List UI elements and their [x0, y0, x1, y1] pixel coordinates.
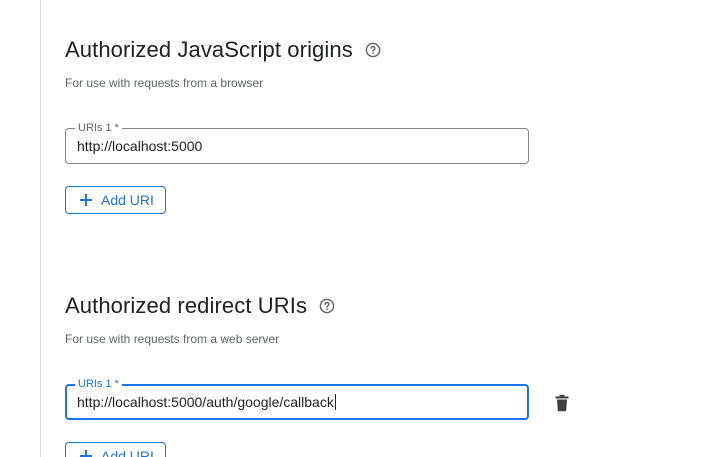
redirect-uris-section: Authorized redirect URIs For use with re… [65, 292, 569, 457]
add-redirect-uri-label: Add URI [101, 448, 154, 457]
js-origins-title: Authorized JavaScript origins [65, 37, 353, 62]
redirect-uri-field[interactable]: URIs 1 * http://localhost:5000/auth/goog… [65, 378, 529, 420]
redirect-uris-heading: Authorized redirect URIs [65, 292, 335, 320]
plus-icon [80, 194, 92, 206]
text-caret [334, 394, 336, 411]
add-js-origin-uri-button[interactable]: Add URI [65, 186, 166, 214]
content-divider [40, 0, 41, 457]
add-js-origin-uri-label: Add URI [101, 192, 154, 208]
js-origin-uri-field[interactable]: URIs 1 * http://localhost:5000 [65, 122, 529, 164]
help-circle-icon[interactable] [319, 298, 335, 314]
trash-icon[interactable] [554, 394, 570, 412]
js-origin-uri-value[interactable]: http://localhost:5000 [77, 129, 202, 163]
js-origins-section: Authorized JavaScript origins For use wi… [65, 36, 529, 214]
redirect-uri-field-wrap: URIs 1 * http://localhost:5000/auth/goog… [65, 378, 529, 420]
redirect-uri-value-wrap[interactable]: http://localhost:5000/auth/google/callba… [77, 386, 336, 418]
redirect-uri-value: http://localhost:5000/auth/google/callba… [77, 394, 334, 410]
redirect-uris-title: Authorized redirect URIs [65, 293, 308, 318]
plus-icon [80, 450, 92, 457]
js-origins-subtitle: For use with requests from a browser [65, 76, 264, 90]
js-origins-heading: Authorized JavaScript origins [65, 36, 381, 64]
redirect-uris-subtitle: For use with requests from a web server [65, 332, 280, 346]
oauth-client-form: Authorized JavaScript origins For use wi… [0, 0, 709, 457]
help-circle-icon[interactable] [365, 42, 381, 58]
js-origin-uri-field-wrap: URIs 1 * http://localhost:5000 [65, 122, 529, 164]
add-redirect-uri-button[interactable]: Add URI [65, 442, 166, 457]
